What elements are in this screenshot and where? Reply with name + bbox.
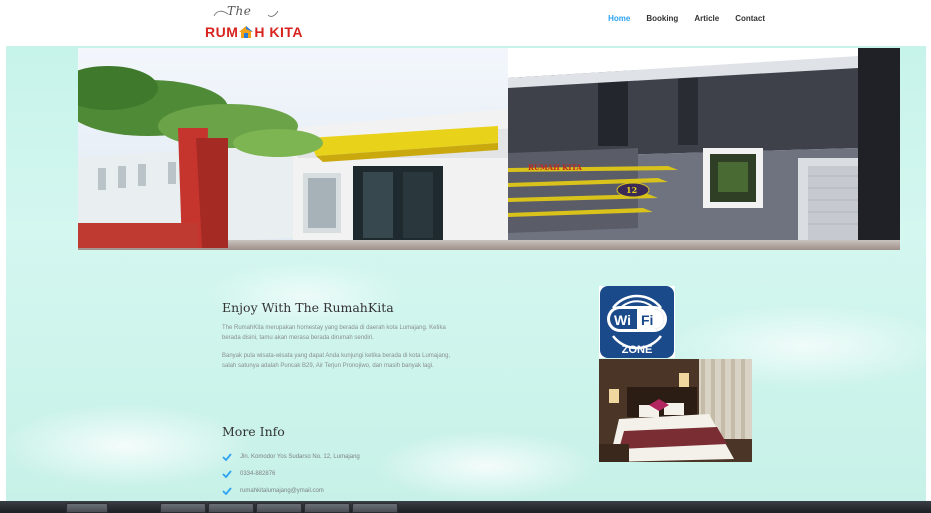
check-icon <box>222 452 232 461</box>
intro-title: Enjoy With The RumahKita <box>222 300 394 315</box>
nav-contact[interactable]: Contact <box>735 14 765 23</box>
phone-text: 0334-882876 <box>240 470 276 477</box>
logo-swirl-right-icon <box>267 10 279 17</box>
address-text: Jln. Komodor Yos Sudarso No. 12, Lumajan… <box>240 453 360 460</box>
logo-brand-left: RUM <box>205 24 239 40</box>
email-text: rumahkitalumajang@ymail.com <box>240 487 324 494</box>
more-info-list: Jln. Komodor Yos Sudarso No. 12, Lumajan… <box>222 448 360 499</box>
site-logo[interactable]: The RUM H KITA <box>205 4 303 44</box>
hero-number: 12 <box>626 185 637 195</box>
taskbar-app[interactable] <box>304 503 350 513</box>
logo-swirl-icon <box>213 10 229 17</box>
house-icon <box>239 25 254 38</box>
list-item: rumahkitalumajang@ymail.com <box>222 482 360 499</box>
room-image <box>599 359 752 462</box>
nav-article[interactable]: Article <box>694 14 719 23</box>
nav-booking[interactable]: Booking <box>646 14 678 23</box>
wifi-text-left: Wi <box>614 312 631 328</box>
site-header: The RUM H KITA Home Booking Article Conta… <box>0 0 931 46</box>
nav-home[interactable]: Home <box>608 14 630 23</box>
taskbar-app[interactable] <box>256 503 302 513</box>
main-nav: Home Booking Article Contact <box>608 14 765 23</box>
logo-brand-right: H KITA <box>254 24 304 40</box>
intro-paragraph-1: The RumahKita merupakan homestay yang be… <box>222 325 446 341</box>
check-icon <box>222 469 232 478</box>
intro-paragraph-2: Banyak pula wisata-wisata yang dapat And… <box>222 353 451 369</box>
taskbar-app[interactable] <box>160 503 206 513</box>
taskbar-app[interactable] <box>208 503 254 513</box>
list-item: Jln. Komodor Yos Sudarso No. 12, Lumajan… <box>222 448 360 465</box>
os-taskbar <box>0 501 931 513</box>
logo-script-text: The <box>227 4 252 18</box>
taskbar-app[interactable] <box>66 503 108 513</box>
list-item: 0334-882876 <box>222 465 360 482</box>
logo-wordmark: RUM H KITA <box>205 24 303 40</box>
hero-image: RUMAH KITA 12 <box>78 48 900 250</box>
wifi-text-right: Fi <box>641 312 653 328</box>
svg-text:RUMAH KITA: RUMAH KITA <box>528 163 582 172</box>
wifi-zone-text: ZONE <box>622 344 653 356</box>
more-info-title: More Info <box>222 424 285 439</box>
check-icon <box>222 486 232 495</box>
wifi-zone-image: Wi Fi ZONE <box>599 286 675 358</box>
taskbar-app[interactable] <box>352 503 398 513</box>
intro-section: Enjoy With The RumahKita The RumahKita m… <box>222 300 462 371</box>
